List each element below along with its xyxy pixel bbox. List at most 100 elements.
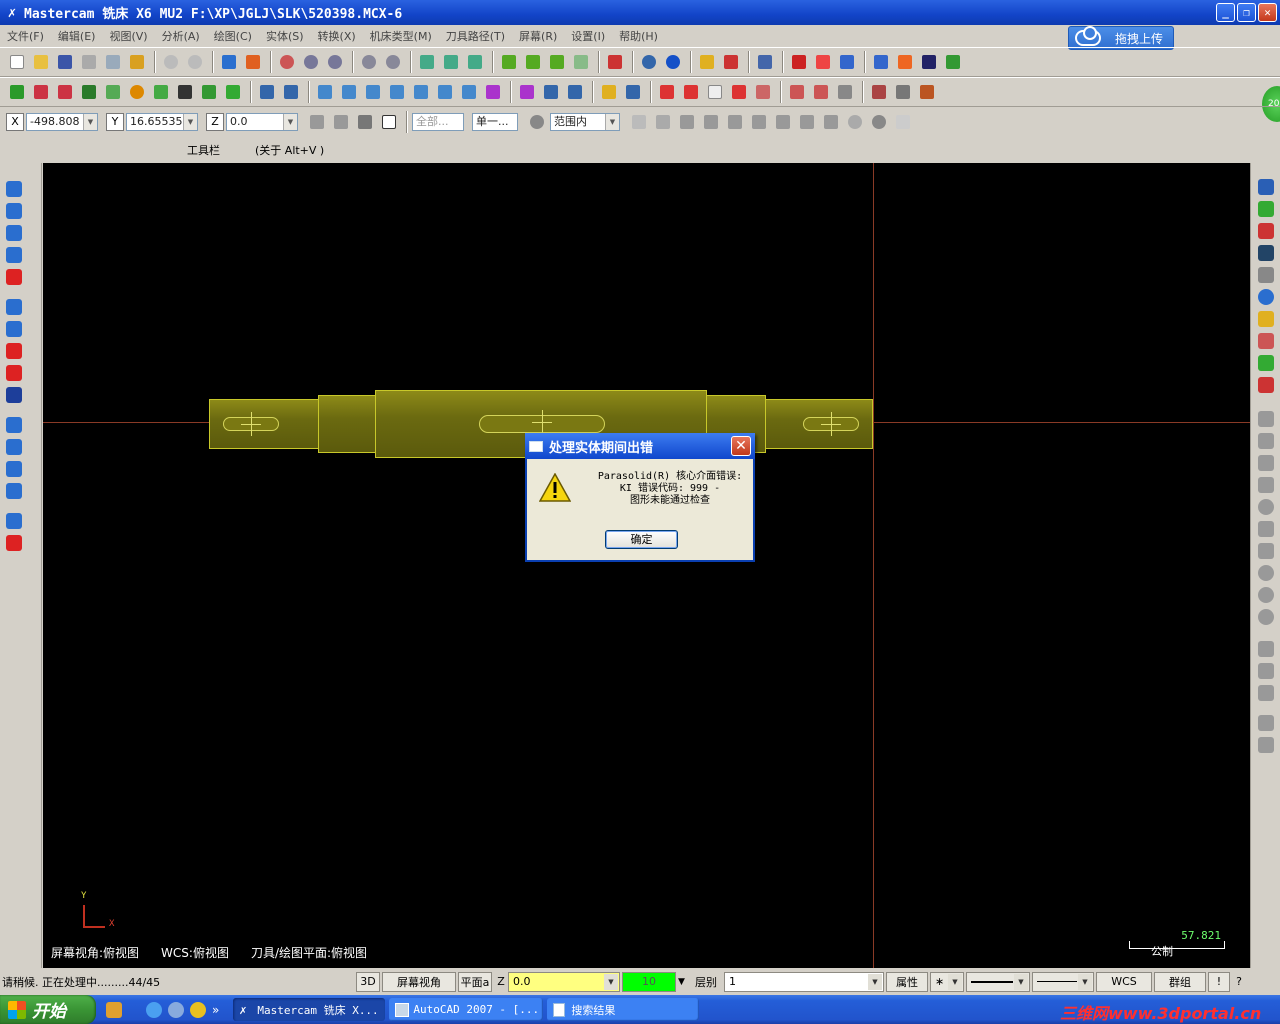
no-select-icon[interactable]: [844, 111, 866, 133]
arrow-cursor-icon[interactable]: [652, 111, 674, 133]
machine-def-icon[interactable]: [1258, 179, 1274, 195]
chevron-down-icon[interactable]: ▼: [1014, 973, 1028, 990]
transform-toolpath-icon[interactable]: [1258, 411, 1274, 427]
menu-create[interactable]: 绘图(C): [207, 28, 259, 44]
measure-icon[interactable]: [416, 51, 438, 73]
save-icon[interactable]: [54, 51, 76, 73]
redo-icon[interactable]: [184, 51, 206, 73]
stock-icon[interactable]: [752, 81, 774, 103]
thread-mill-icon[interactable]: [1258, 521, 1274, 537]
sphere-icon[interactable]: [662, 51, 684, 73]
edit-icon[interactable]: [754, 51, 776, 73]
nc-icon[interactable]: [894, 51, 916, 73]
pan-icon[interactable]: [218, 51, 240, 73]
toolpath-list-icon[interactable]: [1258, 377, 1274, 393]
level-input[interactable]: 1 ▼: [724, 971, 884, 992]
scale-icon[interactable]: [386, 81, 408, 103]
y-coordinate-input[interactable]: 16.65535 ▼: [126, 113, 198, 131]
chevron-down-icon[interactable]: ▼: [868, 973, 882, 990]
body-select-icon[interactable]: [748, 111, 770, 133]
select-single-button[interactable]: 单一...: [472, 113, 518, 131]
menu-analyze[interactable]: 分析(A): [155, 28, 207, 44]
stock-setup-icon[interactable]: [1258, 201, 1274, 217]
z-depth-input[interactable]: 0.0 ▼: [508, 971, 620, 992]
chevron-down-icon[interactable]: ▼: [948, 973, 962, 990]
wireframe-toolpath-icon[interactable]: [1258, 355, 1274, 371]
menu-settings[interactable]: 设置(I): [564, 28, 612, 44]
question-icon[interactable]: [892, 111, 914, 133]
plane-button[interactable]: 平面a: [458, 971, 492, 992]
menu-file[interactable]: 文件(F): [0, 28, 51, 44]
add-icon[interactable]: [190, 1001, 206, 1018]
chevron-down-icon[interactable]: ▼: [605, 114, 619, 130]
chevron-icon[interactable]: »: [212, 1003, 219, 1017]
bulb-icon[interactable]: [598, 81, 620, 103]
shell-solid-icon[interactable]: [6, 343, 22, 359]
zoom-in-icon[interactable]: [358, 51, 380, 73]
3d-toggle-button[interactable]: 3D: [356, 971, 380, 992]
quicklaunch-app-icon[interactable]: [106, 1001, 122, 1018]
transform-icon[interactable]: [622, 81, 644, 103]
tool-icon[interactable]: [728, 81, 750, 103]
range-select[interactable]: 范围内 ▼: [550, 113, 620, 131]
analyze-icon[interactable]: [440, 51, 462, 73]
chamfer-icon[interactable]: [198, 81, 220, 103]
keyway-right[interactable]: [803, 412, 859, 436]
shading-mode-icon[interactable]: [604, 51, 626, 73]
point-style-select[interactable]: ∗ ▼: [930, 971, 964, 992]
boolean-common-icon[interactable]: [6, 461, 22, 477]
sum-icon[interactable]: [918, 51, 940, 73]
print-preview-icon[interactable]: [102, 51, 124, 73]
line-style-select[interactable]: ▼: [966, 971, 1030, 992]
roll-icon[interactable]: [482, 81, 504, 103]
menu-xform[interactable]: 转换(X): [311, 28, 363, 44]
ok-button[interactable]: 确定: [605, 530, 678, 549]
cancel-toolpath-icon[interactable]: [1258, 609, 1274, 625]
menu-solids[interactable]: 实体(S): [259, 28, 311, 44]
loop-select-icon[interactable]: [772, 111, 794, 133]
swarf-icon[interactable]: [1258, 663, 1274, 679]
dialog-close-button[interactable]: ✕: [731, 436, 751, 456]
chevron-down-icon[interactable]: ▼: [83, 114, 97, 130]
selection-gear-icon[interactable]: [526, 111, 548, 133]
alert-button[interactable]: !: [1208, 971, 1230, 992]
sphere-select-icon[interactable]: [868, 111, 890, 133]
gview-icon[interactable]: [638, 51, 660, 73]
surface-rough-icon[interactable]: [1258, 311, 1274, 327]
start-button[interactable]: 开始: [0, 995, 96, 1024]
side-view-icon[interactable]: [570, 51, 592, 73]
zoom-window-icon[interactable]: [300, 51, 322, 73]
ie-icon[interactable]: [146, 1001, 162, 1018]
zoom-out-icon[interactable]: [382, 51, 404, 73]
grid-icon[interactable]: [540, 81, 562, 103]
groups-button[interactable]: 群组: [1154, 971, 1206, 992]
task-mastercam[interactable]: ✗ Mastercam 铣床 X...: [233, 998, 386, 1021]
helix-bore-icon[interactable]: [1258, 565, 1274, 581]
table-icon[interactable]: [656, 81, 678, 103]
fillet-icon[interactable]: [174, 81, 196, 103]
loft-solid-icon[interactable]: [6, 247, 22, 263]
solid-icon[interactable]: [868, 81, 890, 103]
rotate-icon[interactable]: [338, 81, 360, 103]
mirror-icon[interactable]: [362, 81, 384, 103]
edge-select-icon[interactable]: [724, 111, 746, 133]
stretch-icon[interactable]: [516, 81, 538, 103]
surface-flow-icon[interactable]: [810, 81, 832, 103]
color-selector[interactable]: 10: [622, 971, 676, 992]
wireframe-icon[interactable]: [834, 81, 856, 103]
exit-icon[interactable]: [942, 51, 964, 73]
pencil-icon[interactable]: [696, 51, 718, 73]
nest-toolpath-icon[interactable]: [1258, 455, 1274, 471]
chevron-down-icon[interactable]: ▼: [1078, 973, 1092, 990]
trim-icon[interactable]: [256, 81, 278, 103]
contour-icon[interactable]: [1258, 223, 1274, 239]
z-coordinate-input[interactable]: 0.0 ▼: [226, 113, 298, 131]
port-icon[interactable]: [1258, 685, 1274, 701]
screen-view-button[interactable]: 屏幕视角: [382, 971, 456, 992]
doc-icon[interactable]: [704, 81, 726, 103]
select-all-button[interactable]: 全部...: [412, 113, 464, 131]
new-file-icon[interactable]: [6, 51, 28, 73]
menu-edit[interactable]: 编辑(E): [51, 28, 103, 44]
shade-icon[interactable]: [242, 51, 264, 73]
surface-icon[interactable]: [786, 81, 808, 103]
